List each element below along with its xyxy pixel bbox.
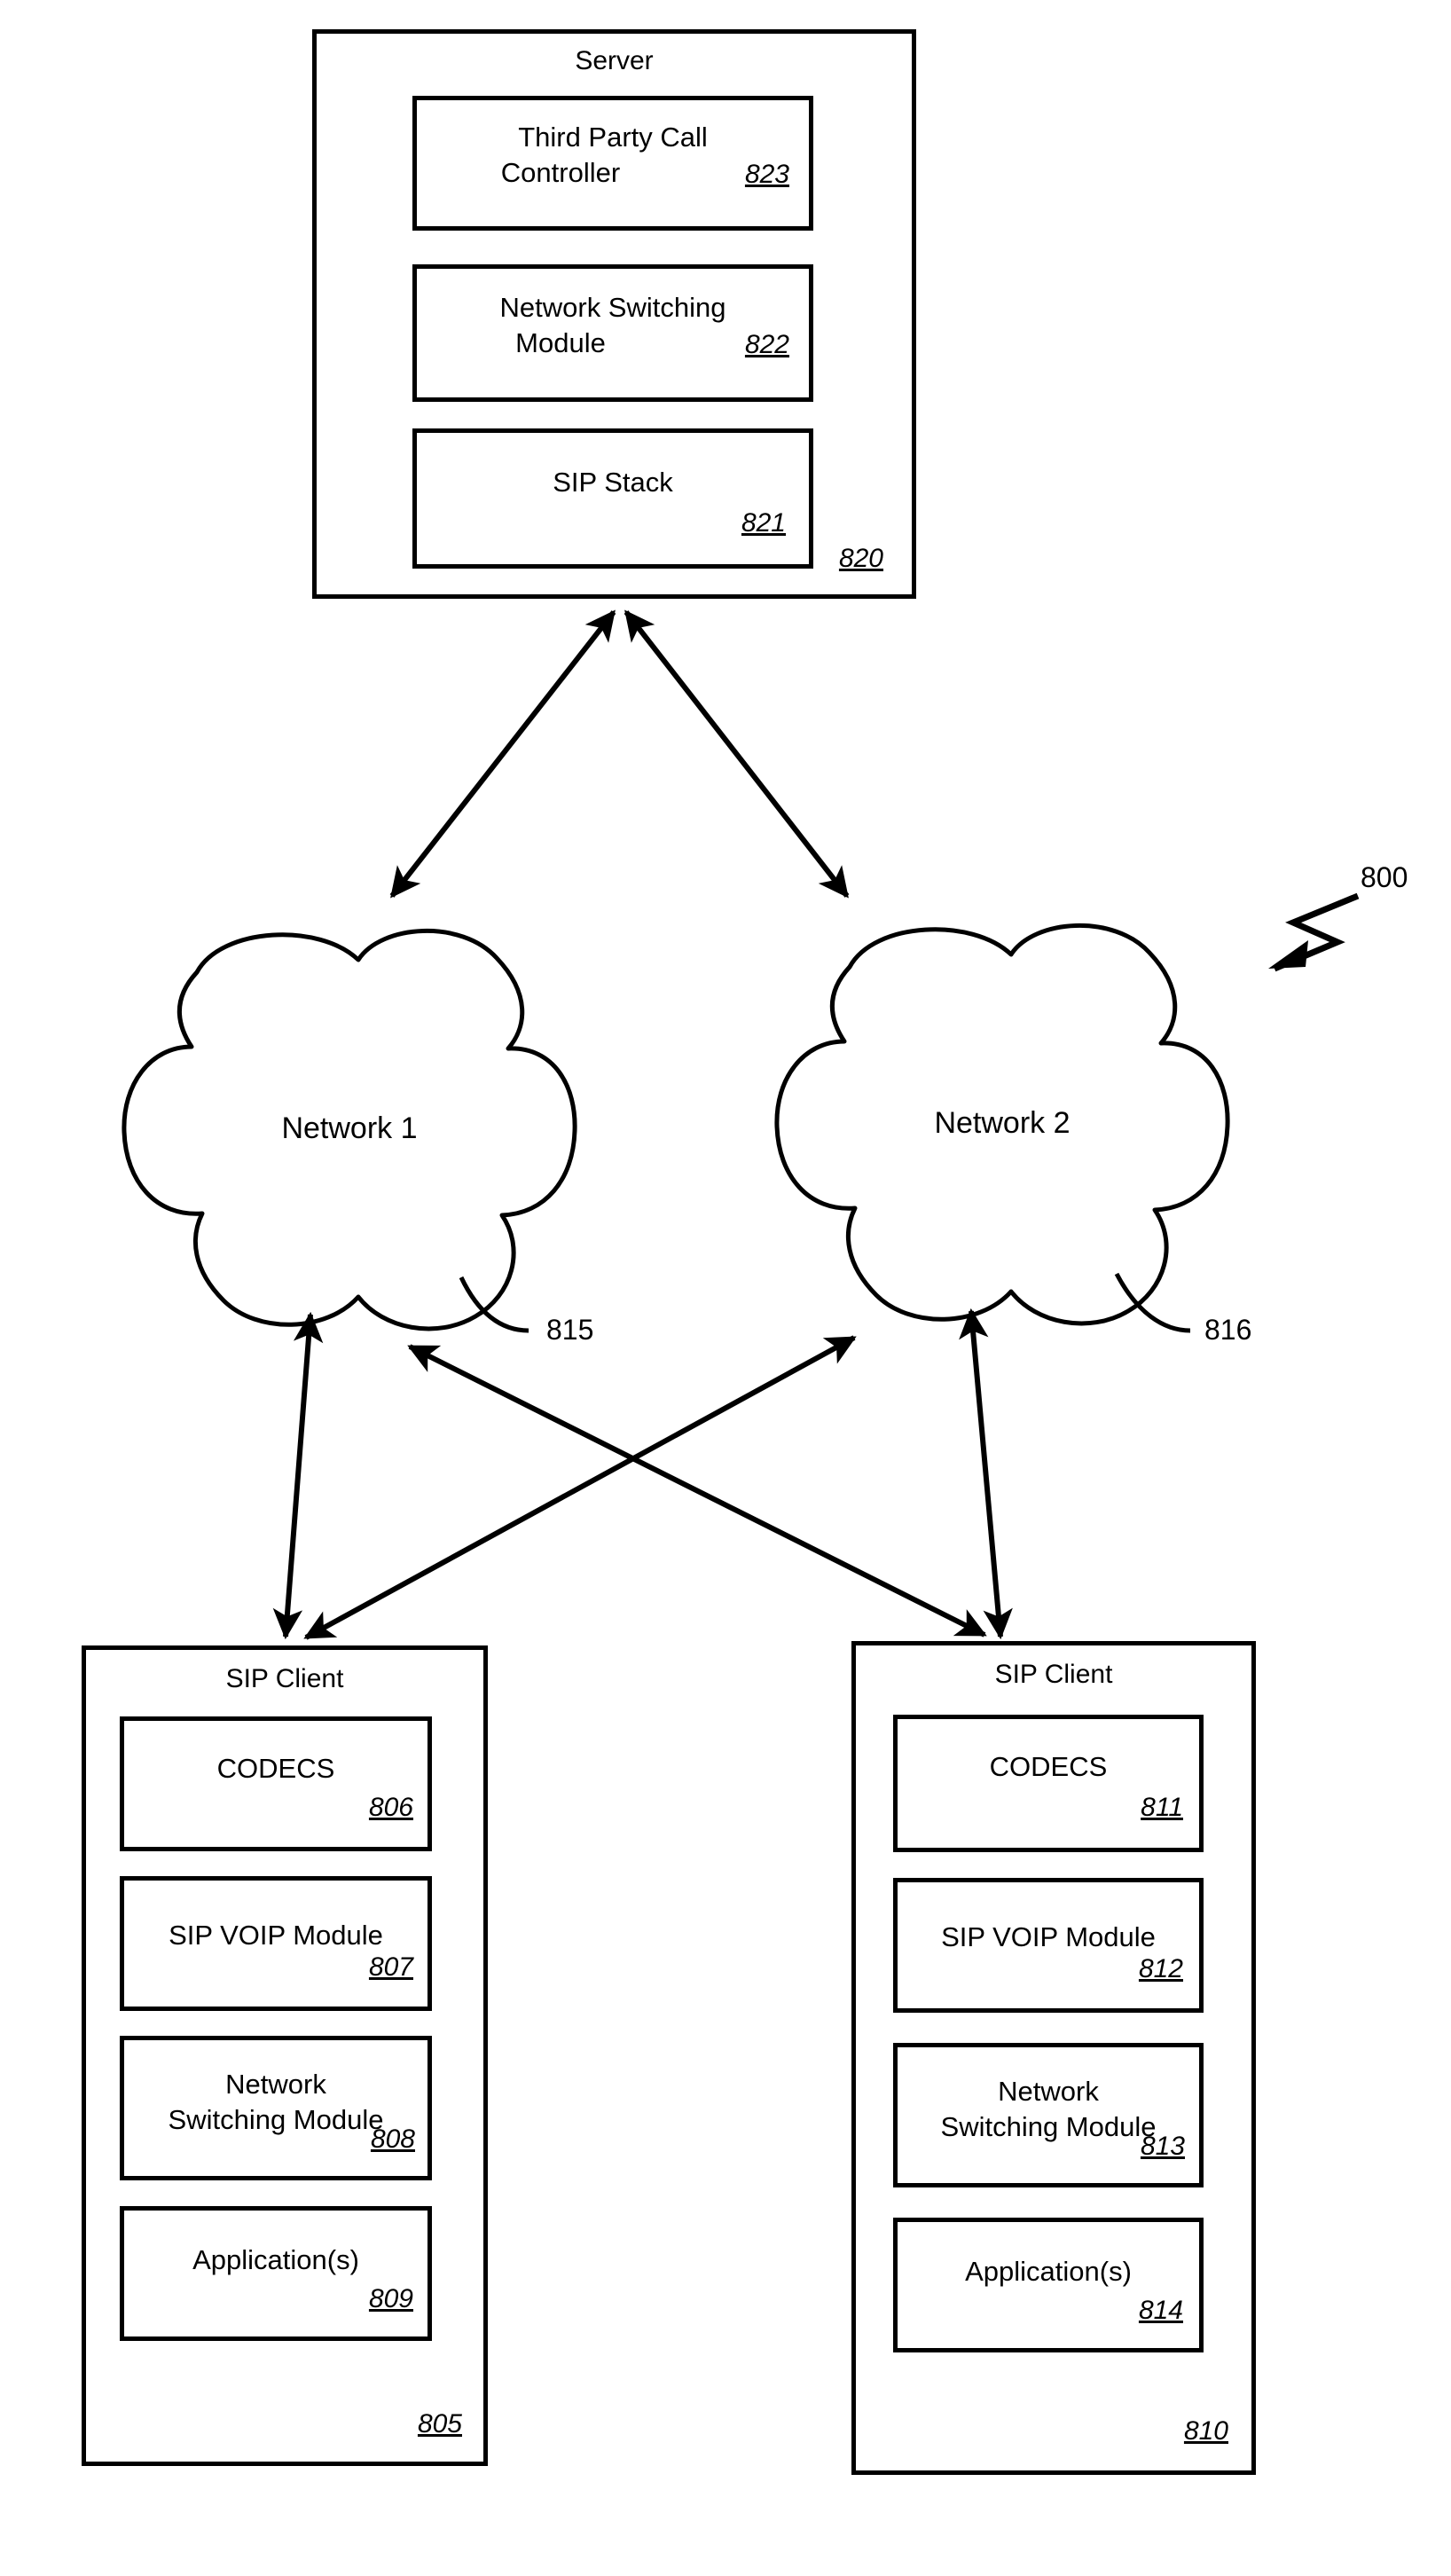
network-2-label: Network 2 bbox=[934, 1106, 1071, 1140]
module-ref-808: 808 bbox=[370, 2124, 415, 2154]
sip-client-left-box: SIP Client CODECS 806 SIP VOIP Module 80… bbox=[82, 1645, 488, 2466]
arrow-network2-to-client-right bbox=[959, 1308, 1013, 1640]
module-label-line2: Controller bbox=[500, 157, 621, 188]
client-right-module-network-switching-module: Network Switching Module 813 bbox=[893, 2043, 1204, 2187]
client-left-module-applications: Application(s) 809 bbox=[120, 2206, 432, 2341]
arrow-server-to-network1 bbox=[389, 609, 616, 899]
network-1-label: Network 1 bbox=[281, 1111, 418, 1145]
server-module-sip-stack: SIP Stack 821 bbox=[412, 428, 813, 569]
sip-client-left-ref-805: 805 bbox=[417, 2409, 462, 2439]
client-left-module-network-switching-module: Network Switching Module 808 bbox=[120, 2036, 432, 2180]
module-ref-807: 807 bbox=[368, 1952, 413, 1982]
module-label-line1: Application(s) bbox=[192, 2244, 359, 2275]
module-ref-814: 814 bbox=[1138, 2296, 1183, 2325]
client-left-module-sip-voip-module: SIP VOIP Module 807 bbox=[120, 1876, 432, 2011]
module-label-line1: Network bbox=[998, 2076, 1099, 2107]
module-ref-809: 809 bbox=[368, 2284, 413, 2313]
server-title: Server bbox=[575, 46, 654, 75]
server-ref-820: 820 bbox=[838, 544, 883, 573]
sip-client-right-title: SIP Client bbox=[994, 1660, 1113, 1689]
leader-line-815 bbox=[459, 1276, 529, 1333]
module-label-line1: CODECS bbox=[216, 1753, 335, 1784]
server-box: Server Third Party Call Controller 823 N… bbox=[312, 29, 916, 599]
module-ref-823: 823 bbox=[744, 160, 789, 189]
sip-client-left-title: SIP Client bbox=[225, 1664, 344, 1693]
server-module-network-switching-module: Network Switching Module 822 bbox=[412, 264, 813, 402]
arrow-server-to-network2 bbox=[624, 609, 850, 899]
figure-canvas: Server Third Party Call Controller 823 N… bbox=[0, 0, 1451, 2576]
module-ref-812: 812 bbox=[1138, 1954, 1183, 1983]
sip-client-right-box: SIP Client CODECS 811 SIP VOIP Module 81… bbox=[851, 1641, 1256, 2475]
arrow-network2-to-client-left bbox=[303, 1335, 857, 1640]
leader-line-816 bbox=[1114, 1272, 1191, 1333]
client-left-module-codecs: CODECS 806 bbox=[120, 1716, 432, 1851]
module-ref-822: 822 bbox=[744, 330, 789, 359]
module-label-line2: Module bbox=[515, 327, 606, 358]
module-ref-806: 806 bbox=[368, 1793, 413, 1822]
arrow-network1-to-client-right bbox=[407, 1344, 987, 1637]
client-right-module-codecs: CODECS 811 bbox=[893, 1715, 1204, 1852]
module-label-line1: Network Switching bbox=[499, 292, 726, 323]
module-label-line1: SIP VOIP Module bbox=[169, 1920, 383, 1951]
module-label-line1: Application(s) bbox=[965, 2256, 1132, 2287]
module-label-line1: Third Party Call bbox=[518, 122, 708, 153]
module-label-line1: SIP Stack bbox=[553, 467, 673, 498]
sip-client-right-ref-810: 810 bbox=[1183, 2416, 1228, 2446]
client-right-module-sip-voip-module: SIP VOIP Module 812 bbox=[893, 1878, 1204, 2013]
client-right-module-applications: Application(s) 814 bbox=[893, 2218, 1204, 2352]
network-1-ref-815: 815 bbox=[546, 1314, 594, 1346]
network-2-ref-816: 816 bbox=[1204, 1314, 1252, 1346]
module-ref-813: 813 bbox=[1140, 2132, 1185, 2161]
module-ref-821: 821 bbox=[741, 508, 786, 538]
module-label-line1: SIP VOIP Module bbox=[941, 1921, 1156, 1952]
module-label-line1: Network bbox=[225, 2069, 326, 2100]
server-module-third-party-call-controller: Third Party Call Controller 823 bbox=[412, 96, 813, 231]
module-ref-811: 811 bbox=[1141, 1793, 1183, 1822]
arrow-network1-to-client-left bbox=[272, 1311, 324, 1640]
figure-leader-800 bbox=[1268, 892, 1360, 972]
figure-ref-800: 800 bbox=[1361, 861, 1408, 893]
module-label-line1: CODECS bbox=[989, 1751, 1108, 1782]
